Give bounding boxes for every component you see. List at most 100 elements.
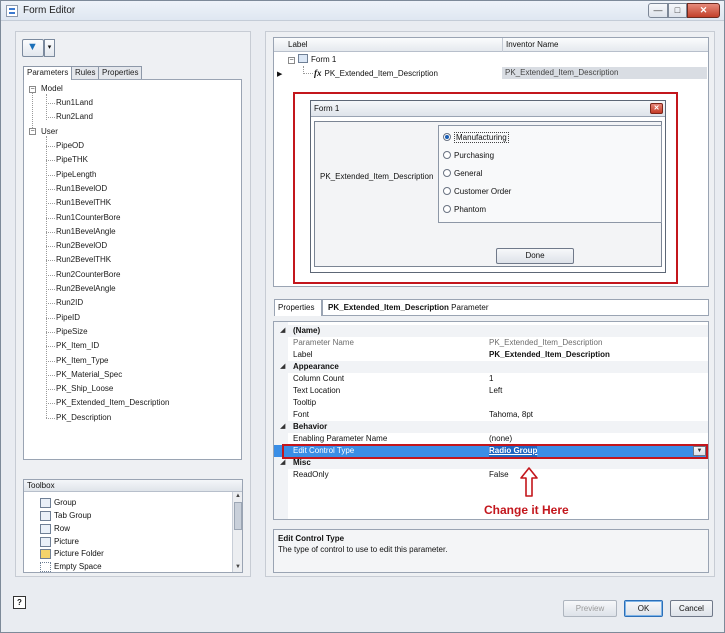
preview-body: PK_Extended_Item_Description Manufacturi… <box>314 121 662 267</box>
tree-leaf[interactable]: PK_Ship_Loose <box>56 383 113 395</box>
cancel-button[interactable]: Cancel <box>670 600 713 617</box>
tab-rules[interactable]: Rules <box>71 66 100 79</box>
done-button[interactable]: Done <box>496 248 574 264</box>
form-expander[interactable]: − <box>288 57 295 64</box>
tree-connector <box>46 246 55 248</box>
radio-option-customer-order[interactable]: Customer Order <box>443 186 511 198</box>
category-label: (Name) <box>293 326 321 335</box>
tree-leaf[interactable]: Run2CounterBore <box>56 269 120 281</box>
grid-param-inventor-cell[interactable]: PK_Extended_Item_Description <box>502 67 707 79</box>
tree-leaf[interactable]: PipeTHK <box>56 154 88 166</box>
category-name[interactable]: ◢ (Name) <box>274 325 708 337</box>
collapse-icon[interactable]: ◢ <box>280 361 285 373</box>
description-panel: Edit Control Type The type of control to… <box>273 529 709 573</box>
radio-label: Purchasing <box>454 151 495 160</box>
tab-properties[interactable]: Properties <box>98 66 143 79</box>
ok-button[interactable]: OK <box>624 600 663 617</box>
filter-dropdown-button[interactable]: ▾ <box>44 39 55 57</box>
tree-connector <box>46 303 55 305</box>
category-behavior[interactable]: ◢ Behavior <box>274 421 708 433</box>
preview-close-icon[interactable]: ✕ <box>650 103 663 114</box>
filter-button[interactable]: ▼ <box>22 39 44 57</box>
tree-node-model[interactable]: Model <box>41 83 63 95</box>
tree-leaf[interactable]: Run2Land <box>56 111 93 123</box>
tree-leaf[interactable]: Run2BevelAngle <box>56 283 116 295</box>
tree-leaf[interactable]: Run2BevelTHK <box>56 254 111 266</box>
toolbox-item-row[interactable]: Row <box>40 523 70 535</box>
radio-option-manufacturing[interactable]: Manufacturing <box>443 132 509 144</box>
tree-leaf[interactable]: Run2BevelOD <box>56 240 107 252</box>
maximize-button[interactable]: □ <box>668 3 687 18</box>
tree-leaf[interactable]: PK_Extended_Item_Description <box>56 397 169 409</box>
toolbox-item-label: Picture <box>54 537 79 546</box>
tree-leaf[interactable]: Run1BevelOD <box>56 183 107 195</box>
radio-label: Phantom <box>454 205 487 214</box>
tree-leaf[interactable]: PipeID <box>56 312 80 324</box>
toolbox-item-picture[interactable]: Picture <box>40 536 79 548</box>
preview-param-label: PK_Extended_Item_Description <box>320 172 434 181</box>
property-row-parameter-name[interactable]: Parameter Name PK_Extended_Item_Descripti… <box>274 337 708 349</box>
form-editor-app-icon <box>6 5 18 17</box>
property-row-font[interactable]: Font Tahoma, 8pt <box>274 409 708 421</box>
tree-node-user[interactable]: User <box>41 126 58 138</box>
category-appearance[interactable]: ◢ Appearance <box>274 361 708 373</box>
tree-leaf[interactable]: PipeSize <box>56 326 88 338</box>
tree-connector <box>32 92 33 130</box>
property-grid[interactable]: ◢ (Name) Parameter Name PK_Extended_Item_D… <box>273 321 709 520</box>
toolbox-item-tab-group[interactable]: Tab Group <box>40 510 91 522</box>
toolbox-item-empty-space[interactable]: Empty Space <box>40 561 102 573</box>
grid-row-parameter[interactable]: fx PK_Extended_Item_Description <box>314 67 438 79</box>
tree-leaf[interactable]: Run1BevelTHK <box>56 197 111 209</box>
help-icon[interactable]: ? <box>13 596 26 609</box>
property-row-column-count[interactable]: Column Count 1 <box>274 373 708 385</box>
radio-option-purchasing[interactable]: Purchasing <box>443 150 494 162</box>
tree-leaf[interactable]: PK_Material_Spec <box>56 369 122 381</box>
tree-leaf[interactable]: Run1CounterBore <box>56 212 120 224</box>
toolbox-scrollbar[interactable]: ▲ ▼ <box>232 492 242 572</box>
edit-control-highlight-box <box>282 444 708 459</box>
tab-parameters[interactable]: Parameters <box>23 66 73 80</box>
parameter-tree[interactable]: − Model Run1Land Run2Land − User PipeOD P… <box>23 79 242 460</box>
tree-leaf[interactable]: PK_Item_Type <box>56 355 108 367</box>
tree-leaf[interactable]: Run2ID <box>56 297 83 309</box>
tree-leaf[interactable]: PK_Item_ID <box>56 340 99 352</box>
tab-properties-panel[interactable]: Properties <box>274 299 322 316</box>
scroll-down-icon[interactable]: ▼ <box>233 563 243 572</box>
minimize-button[interactable]: — <box>648 3 668 18</box>
property-key: Label <box>293 350 313 359</box>
category-label: Behavior <box>293 422 328 431</box>
user-expander[interactable]: − <box>29 128 36 135</box>
grid-row-form[interactable]: Form 1 <box>298 54 336 66</box>
tree-leaf[interactable]: PK_Description <box>56 412 111 424</box>
property-row-readonly[interactable]: ReadOnly False <box>274 469 708 481</box>
properties-header: PK_Extended_Item_Description Parameter <box>322 299 709 316</box>
category-label: Appearance <box>293 362 339 371</box>
collapse-icon[interactable]: ◢ <box>280 325 285 337</box>
tree-connector <box>303 73 313 74</box>
tree-leaf[interactable]: Run1Land <box>56 97 93 109</box>
model-expander[interactable]: − <box>29 86 36 93</box>
radio-option-phantom[interactable]: Phantom <box>443 204 486 216</box>
tree-connector <box>46 117 55 118</box>
tree-leaf[interactable]: PipeLength <box>56 169 96 181</box>
property-value: Tahoma, 8pt <box>489 410 534 419</box>
scroll-up-icon[interactable]: ▲ <box>233 492 243 501</box>
property-row-tooltip[interactable]: Tooltip <box>274 397 708 409</box>
toolbox-item-picture-folder[interactable]: Picture Folder <box>40 548 104 560</box>
tree-leaf[interactable]: PipeOD <box>56 140 84 152</box>
toolbox-item-group[interactable]: Group <box>40 497 76 509</box>
collapse-icon[interactable]: ◢ <box>280 421 285 433</box>
property-key: Parameter Name <box>293 338 354 347</box>
column-header-label[interactable]: Label <box>284 38 308 52</box>
preview-button[interactable]: Preview <box>563 600 617 617</box>
filter-icon: ▼ <box>27 41 38 53</box>
property-row-label[interactable]: Label PK_Extended_Item_Description <box>274 349 708 361</box>
property-row-text-location[interactable]: Text Location Left <box>274 385 708 397</box>
tree-connector <box>46 231 55 233</box>
column-header-inventor-name[interactable]: Inventor Name <box>502 38 558 52</box>
scroll-thumb[interactable] <box>234 502 242 530</box>
current-row-pointer-icon: ▶ <box>277 71 283 78</box>
tree-leaf[interactable]: Run1BevelAngle <box>56 226 116 238</box>
close-button[interactable]: ✕ <box>687 3 720 18</box>
radio-option-general[interactable]: General <box>443 168 482 180</box>
